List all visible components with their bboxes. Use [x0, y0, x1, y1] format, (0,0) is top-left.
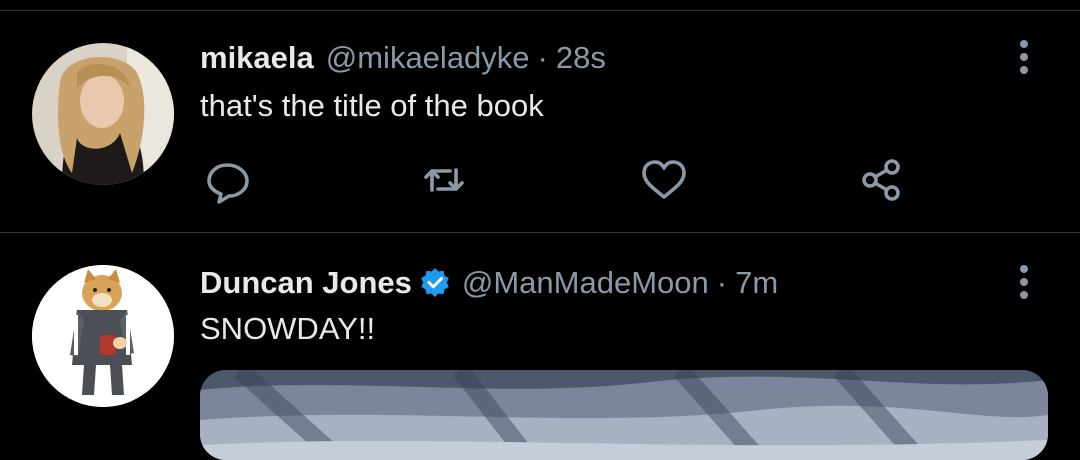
share-icon[interactable] [854, 152, 910, 208]
tweet-media-image[interactable] [200, 370, 1048, 460]
handle[interactable]: @ManMadeMoon [462, 265, 709, 301]
timestamp[interactable]: 7m [735, 265, 778, 301]
separator: · [716, 265, 728, 300]
retweet-icon[interactable] [416, 152, 472, 208]
more-options-icon[interactable] [1012, 38, 1036, 76]
display-name[interactable]: Duncan Jones [200, 265, 412, 301]
separator: · [537, 40, 548, 75]
avatar[interactable] [32, 265, 174, 407]
avatar[interactable] [32, 43, 174, 185]
like-icon[interactable] [636, 152, 692, 208]
handle[interactable]: @mikaeladyke [326, 40, 530, 76]
tweet-text: SNOWDAY!! [200, 311, 376, 346]
tweet-header: Duncan Jones @ManMadeMoon · 7m [200, 263, 778, 301]
tweet-mikaela[interactable]: mikaela @mikaeladyke · 28s that's the ti… [0, 0, 1080, 232]
tweet-text: that's the title of the book [200, 88, 544, 123]
display-name[interactable]: mikaela [200, 40, 314, 76]
timestamp[interactable]: 28s [556, 40, 606, 76]
tweet-header: mikaela @mikaeladyke · 28s [200, 40, 606, 76]
reply-icon[interactable] [200, 152, 256, 208]
verified-badge-icon [420, 267, 450, 297]
more-options-icon[interactable] [1012, 263, 1036, 301]
